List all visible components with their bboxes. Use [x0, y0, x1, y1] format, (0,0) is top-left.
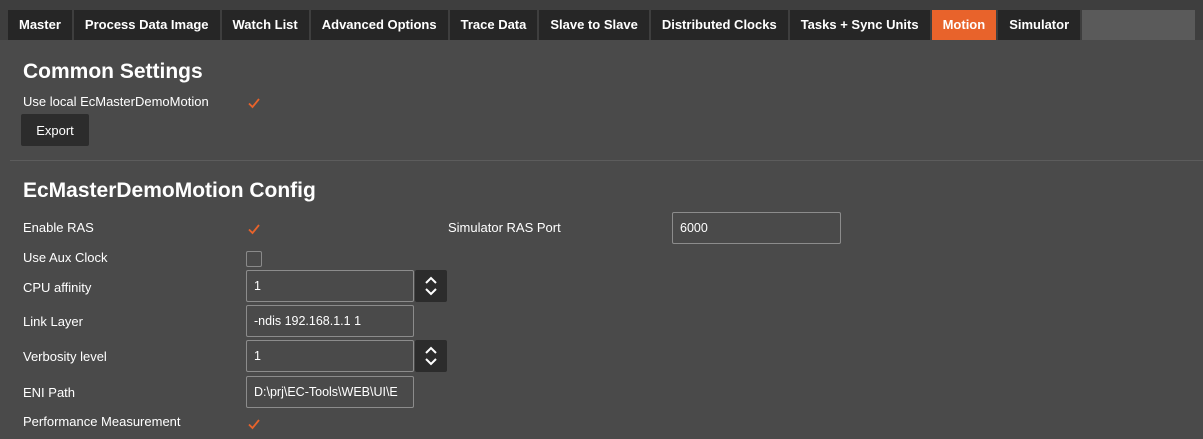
verbosity-label: Verbosity level	[23, 349, 107, 364]
cpu-affinity-input[interactable]: 1	[246, 270, 414, 302]
config-heading: EcMasterDemoMotion Config	[23, 179, 316, 202]
tab-tasks-sync-units[interactable]: Tasks + Sync Units	[789, 10, 930, 40]
enable-ras-checkbox[interactable]	[246, 221, 262, 237]
common-settings-heading: Common Settings	[23, 60, 203, 83]
section-divider	[10, 160, 1203, 161]
use-aux-clock-label: Use Aux Clock	[23, 250, 108, 265]
tab-simulator[interactable]: Simulator	[998, 10, 1081, 40]
verbosity-input[interactable]: 1	[246, 340, 414, 372]
tab-bar-filler	[1082, 10, 1195, 40]
cpu-affinity-stepper[interactable]	[415, 270, 447, 302]
use-aux-clock-checkbox[interactable]	[246, 251, 262, 267]
cpu-affinity-label: CPU affinity	[23, 280, 92, 295]
link-layer-input[interactable]: -ndis 192.168.1.1 1	[246, 305, 414, 337]
tab-motion[interactable]: Motion	[931, 10, 997, 40]
export-button[interactable]: Export	[21, 114, 89, 146]
use-local-checkbox[interactable]	[246, 95, 262, 111]
checkmark-icon	[246, 221, 262, 237]
eni-path-input[interactable]: D:\prj\EC-Tools\WEB\UI\E	[246, 376, 414, 408]
tab-distributed-clocks[interactable]: Distributed Clocks	[650, 10, 788, 40]
performance-measurement-checkbox[interactable]	[246, 416, 262, 432]
sim-ras-port-input[interactable]: 6000	[672, 212, 841, 244]
checkmark-icon	[246, 416, 262, 432]
stepper-arrows-icon	[425, 346, 437, 366]
verbosity-stepper[interactable]	[415, 340, 447, 372]
tab-trace-data[interactable]: Trace Data	[449, 10, 538, 40]
tab-advanced-options[interactable]: Advanced Options	[310, 10, 448, 40]
tab-bar: Master Process Data Image Watch List Adv…	[0, 0, 1203, 40]
tab-slave-to-slave[interactable]: Slave to Slave	[539, 10, 649, 40]
performance-measurement-label: Performance Measurement	[23, 414, 181, 429]
checkmark-icon	[246, 95, 262, 111]
stepper-arrows-icon	[425, 276, 437, 296]
tab-master[interactable]: Master	[8, 10, 72, 40]
link-layer-label: Link Layer	[23, 314, 83, 329]
sim-ras-port-label: Simulator RAS Port	[448, 220, 561, 235]
use-local-label: Use local EcMasterDemoMotion	[23, 94, 209, 109]
tab-watch-list[interactable]: Watch List	[221, 10, 309, 40]
eni-path-label: ENI Path	[23, 385, 76, 400]
tab-process-data-image[interactable]: Process Data Image	[73, 10, 220, 40]
enable-ras-label: Enable RAS	[23, 220, 94, 235]
